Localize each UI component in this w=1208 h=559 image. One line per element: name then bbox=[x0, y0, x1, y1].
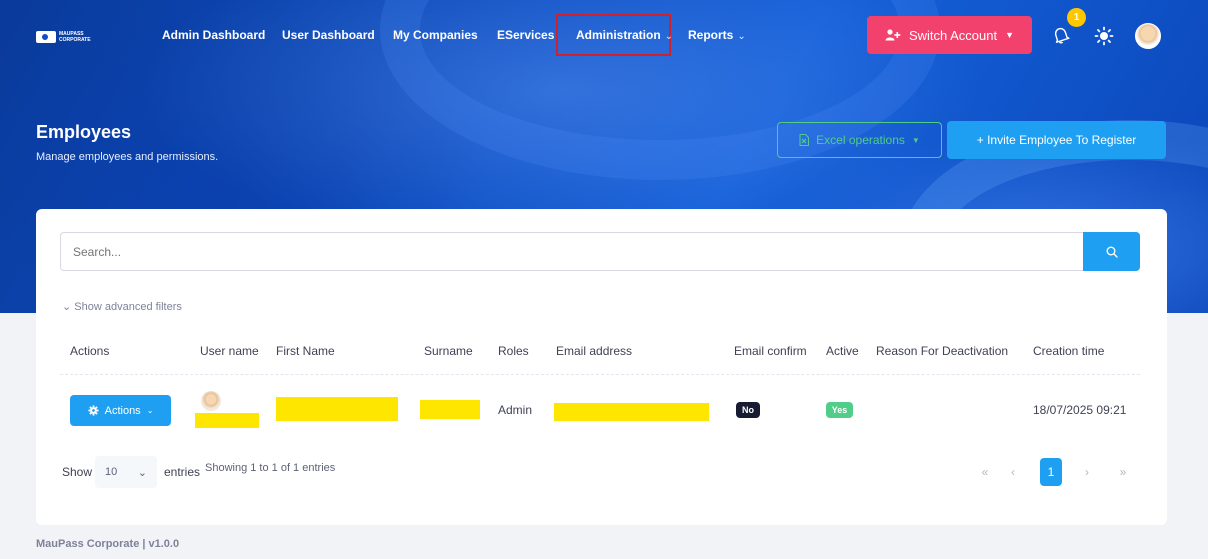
column-header-email-address[interactable]: Email address bbox=[556, 344, 632, 358]
chevron-down-icon: ⌄ bbox=[664, 31, 674, 42]
active-badge: Yes bbox=[826, 402, 853, 418]
nav-label: My Companies bbox=[393, 28, 478, 42]
notification-count-badge: 1 bbox=[1067, 8, 1086, 27]
row-user-avatar bbox=[201, 391, 221, 411]
nav-eservices[interactable]: EServices bbox=[497, 28, 554, 42]
show-label: Show bbox=[62, 465, 93, 479]
column-header-surname[interactable]: Surname bbox=[424, 344, 473, 358]
row-creation-time: 18/07/2025 09:21 bbox=[1033, 403, 1127, 417]
pagination-current-page[interactable]: 1 bbox=[1040, 458, 1062, 486]
nav-reports[interactable]: Reports ⌄ bbox=[688, 28, 746, 42]
column-header-roles[interactable]: Roles bbox=[498, 344, 529, 358]
pagination-prev[interactable]: ‹ bbox=[1003, 458, 1023, 486]
nav-administration[interactable]: Administration ⌄ bbox=[576, 28, 673, 42]
entries-summary: Showing 1 to 1 of 1 entries bbox=[205, 462, 336, 474]
excel-operations-label: Excel operations bbox=[816, 133, 905, 147]
caret-down-icon: ▼ bbox=[1005, 30, 1015, 40]
sun-icon[interactable] bbox=[1094, 26, 1114, 46]
nav-my-companies[interactable]: My Companies bbox=[393, 28, 478, 42]
pagination-first[interactable]: « bbox=[975, 458, 995, 486]
row-actions-button[interactable]: Actions ⌄ bbox=[70, 395, 171, 426]
page-title: Employees bbox=[36, 122, 132, 142]
pagination-last[interactable]: » bbox=[1113, 458, 1133, 486]
column-header-actions: Actions bbox=[70, 344, 110, 358]
redacted-user-name bbox=[195, 413, 259, 428]
logo-line-2: CORPORATE bbox=[59, 37, 91, 43]
bell-icon[interactable] bbox=[1052, 26, 1070, 44]
switch-account-label: Switch Account bbox=[908, 27, 998, 43]
email-confirm-badge: No bbox=[736, 402, 760, 418]
redacted-surname bbox=[420, 400, 480, 419]
page-size-select[interactable]: 10 ⌄ bbox=[95, 456, 157, 488]
column-header-active[interactable]: Active bbox=[826, 344, 859, 358]
nav-label: Reports bbox=[688, 28, 734, 42]
column-header-first-name[interactable]: First Name bbox=[276, 344, 335, 358]
nav-label: Administration bbox=[576, 28, 661, 42]
chevron-down-icon: ⌄ bbox=[737, 31, 746, 42]
nav-label: Admin Dashboard bbox=[162, 28, 266, 42]
search-button[interactable] bbox=[1083, 232, 1140, 271]
excel-operations-button[interactable]: Excel operations ▼ bbox=[777, 122, 942, 158]
invite-employee-label: + Invite Employee To Register bbox=[976, 133, 1137, 147]
caret-down-icon: ▼ bbox=[911, 135, 920, 145]
excel-file-icon bbox=[799, 134, 810, 146]
chevron-down-icon: ⌄ bbox=[137, 466, 147, 479]
column-header-user-name[interactable]: User name bbox=[200, 344, 259, 358]
chevron-down-icon: ⌄ bbox=[146, 406, 154, 415]
page-size-value: 10 bbox=[105, 466, 118, 478]
row-roles: Admin bbox=[498, 403, 533, 417]
nav-label: EServices bbox=[497, 28, 555, 42]
nav-admin-dashboard[interactable]: Admin Dashboard bbox=[162, 28, 265, 42]
chevron-down-icon: ⌄ bbox=[62, 301, 72, 313]
advanced-filters-label: Show advanced filters bbox=[74, 301, 182, 313]
maupass-logo[interactable]: MAUPASS CORPORATE bbox=[36, 28, 94, 46]
gear-icon bbox=[88, 405, 99, 416]
column-header-reason-for-deactivation[interactable]: Reason For Deactivation bbox=[876, 344, 1008, 358]
user-avatar[interactable] bbox=[1135, 23, 1161, 49]
pagination-next[interactable]: › bbox=[1077, 458, 1097, 486]
logo-mark-icon bbox=[36, 31, 56, 43]
switch-account-button[interactable]: Switch Account ▼ bbox=[867, 16, 1032, 54]
nav-label: User Dashboard bbox=[282, 28, 375, 42]
redacted-first-name bbox=[276, 397, 398, 421]
page-subtitle: Manage employees and permissions. bbox=[36, 151, 219, 163]
user-plus-icon bbox=[885, 29, 901, 41]
table-divider bbox=[60, 374, 1140, 375]
nav-user-dashboard[interactable]: User Dashboard bbox=[282, 28, 375, 42]
row-actions-label: Actions bbox=[104, 404, 141, 417]
show-advanced-filters-link[interactable]: ⌄ Show advanced filters bbox=[62, 300, 182, 313]
entries-label: entries bbox=[164, 465, 201, 479]
top-navbar: MAUPASS CORPORATE Admin Dashboard User D… bbox=[0, 0, 1208, 72]
redacted-email bbox=[554, 403, 709, 421]
column-header-creation-time[interactable]: Creation time bbox=[1033, 344, 1104, 358]
search-input[interactable] bbox=[60, 232, 1084, 271]
search-icon bbox=[1106, 246, 1118, 258]
invite-employee-button[interactable]: + Invite Employee To Register bbox=[947, 121, 1166, 159]
column-header-email-confirm[interactable]: Email confirm bbox=[734, 344, 807, 358]
footer-version: MauPass Corporate | v1.0.0 bbox=[36, 538, 180, 550]
